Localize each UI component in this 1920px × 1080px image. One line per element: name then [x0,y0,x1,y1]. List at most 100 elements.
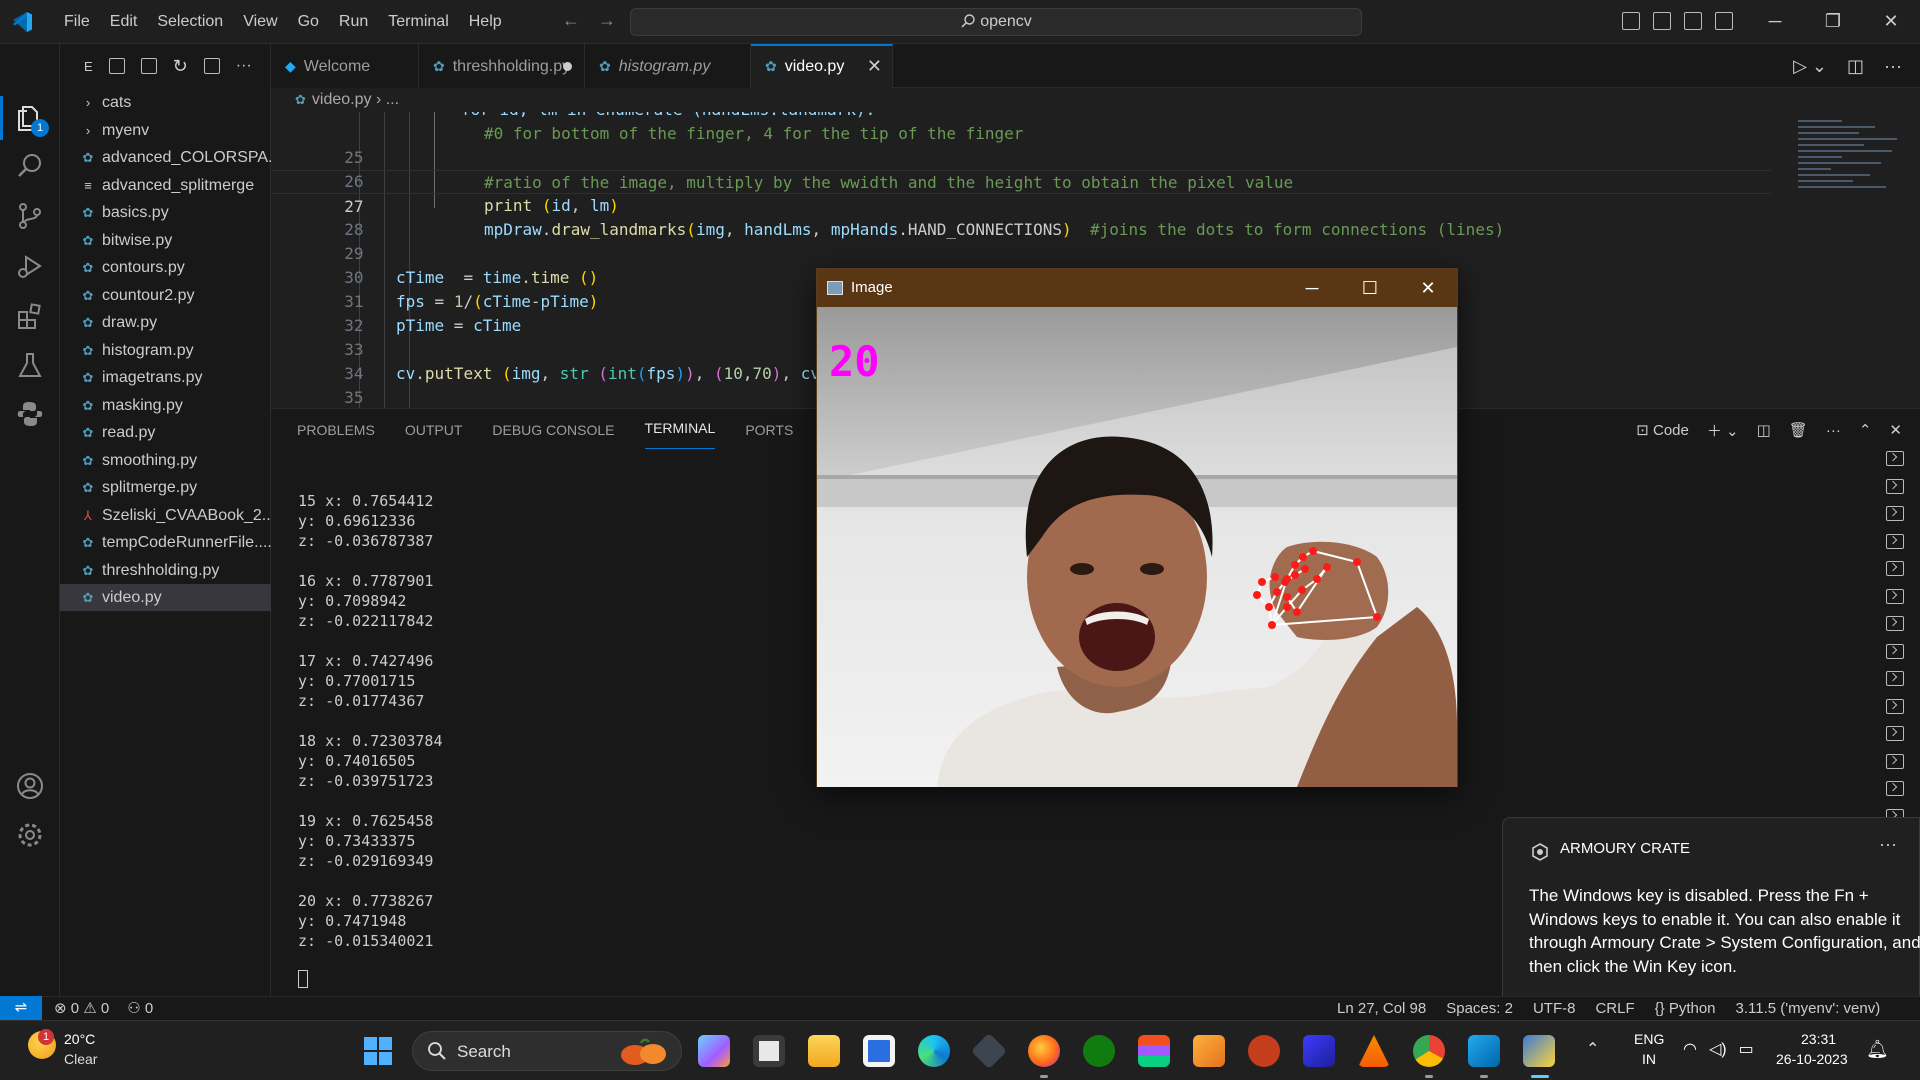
file-item[interactable]: ✿ masking.py [60,392,271,419]
maximize-icon[interactable]: ❐ [1804,0,1862,44]
armoury-crate-app-icon[interactable] [970,1032,1008,1070]
minimize-icon[interactable]: ─ [1283,269,1341,307]
menu-view[interactable]: View [233,13,287,31]
encoding[interactable]: UTF-8 [1533,997,1576,1020]
terminal-instance-icon[interactable] [1886,781,1904,796]
tab-problems[interactable]: PROBLEMS [297,409,375,451]
terminal-instance-icon[interactable] [1886,561,1904,576]
more-actions-icon[interactable]: ··· [1884,56,1902,77]
start-button[interactable] [364,1037,392,1065]
image-window[interactable]: Image ─ ☐ ✕ 20 [816,268,1458,787]
input-region[interactable]: IN [1642,1051,1656,1067]
file-item[interactable]: ✿ draw.py [60,309,271,336]
file-item[interactable]: ✿ threshholding.py [60,557,271,584]
maximize-icon[interactable]: ☐ [1341,269,1399,307]
terminal-instance-icon[interactable] [1886,478,1904,494]
new-file-icon[interactable] [108,58,125,74]
close-icon[interactable]: ✕ [1399,269,1457,307]
split-editor-icon[interactable]: ◫ [1847,56,1864,77]
folder-item[interactable]: › myenv [60,117,271,144]
settings-gear-icon[interactable] [14,819,46,851]
minimap[interactable] [1798,116,1908,236]
file-explorer-icon[interactable] [808,1035,840,1067]
cursor-position[interactable]: Ln 27, Col 98 [1337,997,1426,1020]
split-terminal-icon[interactable]: ◫ [1757,421,1771,439]
breadcrumb-file[interactable]: video.py [312,91,372,108]
close-panel-icon[interactable]: ✕ [1889,421,1902,439]
close-tab-icon[interactable]: ✕ [867,46,882,86]
copilot-icon[interactable] [698,1035,730,1067]
terminal-instance-icon[interactable] [1886,588,1904,604]
file-item[interactable]: ≡ advanced_splitmerge [60,172,271,199]
refresh-icon[interactable]: ↻ [173,56,188,77]
tab-video[interactable]: ✿ video.py ✕ [751,44,893,88]
python-interpreter[interactable]: 3.11.5 ('myenv': venv) [1736,997,1881,1020]
minimize-icon[interactable]: ─ [1746,0,1804,44]
input-language[interactable]: ENG [1634,1031,1664,1047]
menu-terminal[interactable]: Terminal [378,13,458,31]
microsoft-store-icon[interactable] [863,1035,895,1067]
mathway-icon[interactable] [1303,1035,1335,1067]
ports-status[interactable]: ⚇ 0 [127,997,153,1020]
vscode-taskbar-icon[interactable] [1468,1035,1500,1067]
tab-output[interactable]: OUTPUT [405,409,463,451]
more-actions-icon[interactable]: ··· [236,57,252,75]
weather-description[interactable]: Clear [64,1051,97,1067]
maximize-panel-icon[interactable]: ⌃ [1859,421,1872,439]
tab-histogram[interactable]: ✿ histogram.py [585,44,751,88]
volume-icon[interactable]: ◁) [1709,1039,1727,1059]
problems-status[interactable]: ⊗ 0 ⚠ 0 [54,997,109,1020]
close-icon[interactable]: ✕ [1862,0,1920,44]
terminal-instance-icon[interactable] [1886,698,1904,714]
edge-browser-icon[interactable] [918,1035,950,1067]
clock-time[interactable]: 23:31 [1801,1031,1836,1047]
file-item[interactable]: ✿ imagetrans.py [60,364,271,391]
search-icon[interactable] [14,150,46,182]
file-item[interactable]: ✿ read.py [60,419,271,446]
show-hidden-icons-icon[interactable]: ⌃ [1586,1039,1599,1059]
remote-indicator-icon[interactable]: ⇌ [0,996,42,1020]
file-item[interactable]: ✿ smoothing.py [60,447,271,474]
terminal-output[interactable]: 15 x: 0.7654412 y: 0.69612336 z: -0.036787… [298,491,443,951]
testing-icon[interactable] [14,349,46,381]
terminal-instance-icon[interactable] [1886,533,1904,549]
terminal-instance-icon[interactable] [1886,753,1904,769]
terminal-instance-icon[interactable] [1886,506,1904,521]
tab-ports[interactable]: PORTS [745,409,793,451]
file-item[interactable]: ⅄ Szeliski_CVAABook_2... [60,502,271,529]
file-item[interactable]: ✿ splitmerge.py [60,474,271,501]
terminal-instance-icon[interactable] [1886,726,1904,741]
toggle-panel-icon[interactable] [1653,12,1671,30]
command-center-search[interactable]: opencv [630,8,1362,36]
back-arrow-icon[interactable]: ← [562,10,580,30]
tab-welcome[interactable]: ◆ Welcome [271,44,419,88]
chrome-icon[interactable] [1413,1035,1445,1067]
notification-bell-icon[interactable]: 🔔︎ [1866,1039,1889,1060]
clock-date[interactable]: 26-10-2023 [1776,1051,1848,1067]
vlc-player-icon[interactable] [1358,1035,1390,1067]
weather-temperature[interactable]: 20°C [64,1031,95,1047]
notification-toast[interactable]: ARMOURY CRATE ··· The Windows key is dis… [1502,817,1920,1013]
firefox-icon[interactable] [1028,1035,1060,1067]
terminal-instance-icon[interactable] [1886,671,1904,686]
tab-threshholding[interactable]: ✿ threshholding.py [419,44,585,88]
file-item[interactable]: ✿ histogram.py [60,337,271,364]
language-mode[interactable]: {} Python [1655,997,1716,1020]
more-actions-icon[interactable]: ··· [1826,422,1841,439]
file-item[interactable]: ✿ bitwise.py [60,227,271,254]
file-item[interactable]: ✿ basics.py [60,199,271,226]
menu-selection[interactable]: Selection [147,13,233,31]
figma-icon[interactable] [1138,1035,1170,1067]
file-item[interactable]: ✿ countour2.py [60,282,271,309]
terminal-profile[interactable]: ⊡ Code [1636,421,1689,439]
menu-run[interactable]: Run [329,13,378,31]
new-folder-icon[interactable] [140,58,157,74]
tab-debug-console[interactable]: DEBUG CONSOLE [492,409,614,451]
indentation[interactable]: Spaces: 2 [1446,997,1513,1020]
customize-layout-icon[interactable] [1715,12,1733,30]
fl-studio-icon[interactable] [1193,1035,1225,1067]
menu-go[interactable]: Go [288,13,329,31]
xbox-icon[interactable] [1083,1035,1115,1067]
menu-edit[interactable]: Edit [100,13,148,31]
run-python-file-icon[interactable]: ▷ ⌄ [1793,56,1827,77]
